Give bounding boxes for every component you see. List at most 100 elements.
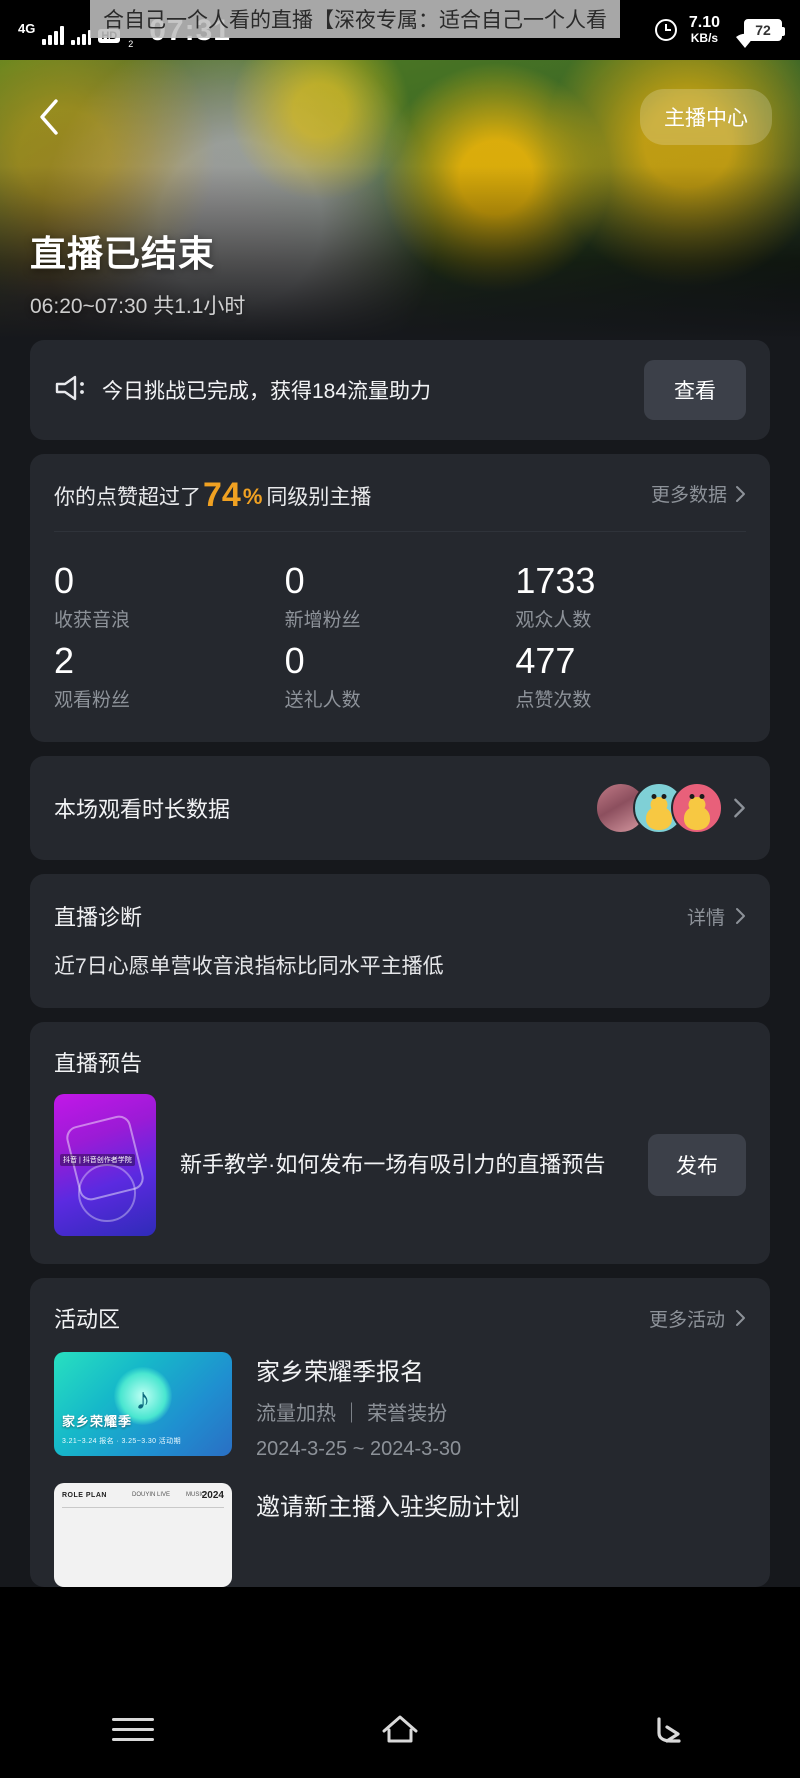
stat-value: 0 [54,560,75,601]
stat-value: 0 [284,640,305,681]
back-nav-button[interactable] [622,1699,712,1759]
like-percentile-text: 你的点赞超过了 74 % 同级别主播 [54,476,651,514]
daily-challenge-card[interactable]: 今日挑战已完成，获得184流量助力 查看 [30,340,770,440]
diagnosis-header: 直播诊断 详情 [30,874,770,950]
stat-item: 0 送礼人数 [285,638,516,712]
daily-challenge-text: 今日挑战已完成，获得184流量助力 [102,380,432,403]
thumb-year: 2024 [201,1490,224,1501]
chevron-right-icon [736,1310,745,1326]
stat-value: 0 [284,560,305,601]
chevron-right-icon [736,908,745,924]
activity-item-title: 家乡荣耀季报名 [256,1359,424,1386]
page-title: 直播已结束 [30,233,216,274]
watch-duration-right [595,782,746,834]
diagnosis-detail-label: 详情 [686,907,725,929]
network-speed-value: 7.10 [688,14,720,32]
activity-list-item[interactable]: ROLE PLAN DOUYIN LIVE MUSIC 2024 邀请新主播入驻… [30,1483,770,1587]
hero-toolbar: 主播中心 [0,88,800,146]
diagnosis-title: 直播诊断 [54,905,143,930]
percentile-prefix: 你的点赞超过了 [54,486,201,509]
stat-label: 观众人数 [515,610,592,631]
more-data-label: 更多数据 [650,485,727,506]
view-challenge-button[interactable]: 查看 [644,360,746,420]
live-preview-section-title: 直播预告 [54,1051,143,1076]
like-percentile-row: 你的点赞超过了 74 % 同级别主播 更多数据 [30,454,770,531]
percentile-suffix: 同级别主播 [266,486,372,509]
stat-label: 新增粉丝 [284,610,361,631]
watch-duration-card[interactable]: 本场观看时长数据 [30,756,770,860]
activity-list-item[interactable]: ♪ 家乡荣耀季 3.21~3.24 报名 · 3.25~3.30 活动期 家乡荣… [30,1352,770,1483]
live-preview-item[interactable]: 抖音 | 抖音创作者学院 新手教学·如何发布一场有吸引力的直播预告 发布 [30,1094,770,1264]
stat-item: 0 收获音浪 [54,558,285,632]
activity-card: 活动区 更多活动 ♪ 家乡荣耀季 3.21~3.24 报名 · 3.25~3.3… [30,1278,770,1587]
stat-item: 1733 观众人数 [515,558,746,632]
back-button[interactable] [28,96,70,138]
signal-bars-secondary-icon [71,25,92,45]
diagnosis-detail-link[interactable]: 详情 [687,903,746,930]
menu-icon [112,1711,155,1748]
system-navigation-bar [0,1680,800,1778]
percentile-value: 74 [203,476,241,514]
battery-level: 72 [755,21,771,38]
activity-thumb-sub: 3.21~3.24 报名 · 3.25~3.30 活动期 [62,1438,181,1445]
network-speed-unit: KB/s [690,31,719,46]
status-bar: 4G HD 2 07:31 7.10 KB/s 72 合自己一个人看的直播【深夜… [0,0,800,60]
stats-grid: 0 收获音浪 0 新增粉丝 1733 观众人数 2 观看粉丝 0 送礼人数 47… [30,532,770,742]
live-diagnosis-card[interactable]: 直播诊断 详情 近7日心愿单营收音浪指标比同水平主播低 [30,874,770,1008]
publish-button[interactable]: 发布 [648,1134,746,1196]
clock-icon [654,18,677,41]
signal-bars-icon [42,25,65,45]
back-arrow-icon [657,1717,681,1743]
viewer-avatars [595,782,723,834]
chevron-right-icon [734,798,745,818]
horn-icon [54,373,88,408]
stat-value: 477 [515,640,576,681]
activity-thumbnail: ROLE PLAN DOUYIN LIVE MUSIC 2024 [54,1483,232,1587]
stat-item: 477 点赞次数 [515,638,746,712]
live-preview-card: 直播预告 抖音 | 抖音创作者学院 新手教学·如何发布一场有吸引力的直播预告 发… [30,1022,770,1264]
percentile-sign: % [242,484,263,509]
battery-icon: 72 [744,18,785,41]
activity-thumbnail: ♪ 家乡荣耀季 3.21~3.24 报名 · 3.25~3.30 活动期 [54,1352,232,1456]
hero-banner: 主播中心 直播已结束 06:20~07:30 共1.1小时 [0,60,800,340]
thumb-label-left: ROLE PLAN [62,1492,107,1499]
stat-value: 2 [54,640,75,681]
home-button[interactable] [355,1699,445,1759]
avatar [671,782,723,834]
main-content: 今日挑战已完成，获得184流量助力 查看 你的点赞超过了 74 % 同级别主播 … [0,340,800,1587]
anchor-center-button[interactable]: 主播中心 [640,89,772,145]
status-bar-right: 7.10 KB/s 72 [654,14,785,48]
more-activity-link[interactable]: 更多活动 [649,1305,746,1332]
activity-section-title: 活动区 [54,1307,121,1332]
performance-card: 你的点赞超过了 74 % 同级别主播 更多数据 0 收获音浪 0 新增粉丝 17… [30,454,770,742]
activity-item-body: 家乡荣耀季报名 流量加热 ｜ 荣誉装扮 2024-3-25 ~ 2024-3-3… [232,1352,746,1461]
activity-item-subtitle: 流量加热 ｜ 荣誉装扮 [256,1403,448,1425]
activity-item-title: 邀请新主播入驻奖励计划 [256,1494,520,1521]
session-time-range: 06:20~07:30 共1.1小时 [30,295,246,318]
stat-label: 收获音浪 [54,610,131,631]
more-activity-label: 更多活动 [648,1309,725,1331]
live-preview-thumbnail: 抖音 | 抖音创作者学院 [54,1094,156,1236]
home-icon [382,1715,418,1743]
stat-label: 点赞次数 [515,690,592,711]
stat-value: 1733 [515,560,596,601]
activity-thumb-ribbon: 家乡荣耀季 [62,1414,133,1429]
stat-label: 观看粉丝 [54,690,131,711]
chevron-left-icon [40,99,58,135]
watch-duration-title: 本场观看时长数据 [54,797,231,822]
thumbnail-tag: 抖音 | 抖音创作者学院 [60,1154,135,1166]
hd-badge-sub: 2 [128,39,134,49]
chevron-right-icon [736,485,745,502]
stat-item: 0 新增粉丝 [285,558,516,632]
thumb-label-mid: DOUYIN LIVE [132,1492,171,1498]
network-speed: 7.10 KB/s [688,14,720,46]
status-bar-overlay-text: 合自己一个人看的直播【深夜专属：适合自己一个人看 [90,0,620,38]
more-data-link[interactable]: 更多数据 [651,480,746,507]
stat-item: 2 观看粉丝 [54,638,285,712]
activity-thumb-note: ♪ [135,1383,151,1417]
live-preview-title: 新手教学·如何发布一场有吸引力的直播预告 [180,1152,606,1178]
diagnosis-note: 近7日心愿单营收音浪指标比同水平主播低 [54,955,444,978]
stat-label: 送礼人数 [284,690,361,711]
activity-item-date: 2024-3-25 ~ 2024-3-30 [256,1438,462,1460]
recent-apps-button[interactable] [88,1699,178,1759]
